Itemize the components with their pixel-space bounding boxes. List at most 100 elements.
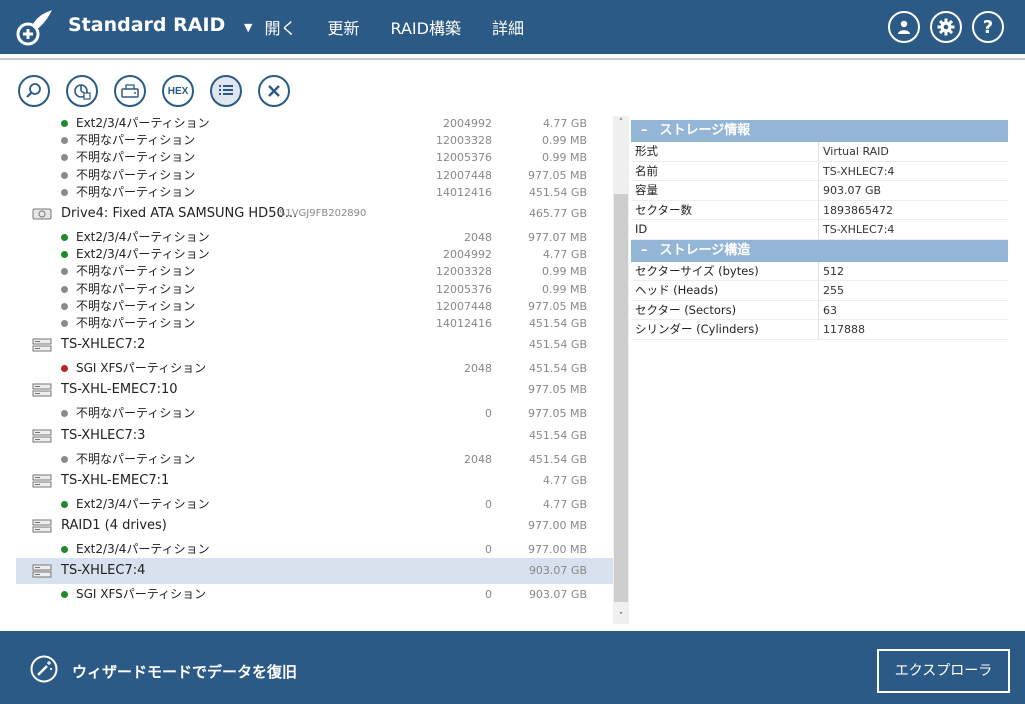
row-size: 903.07 GB (528, 588, 587, 602)
tree-partition-row[interactable]: Ext2/3/4パーティション 2004992 4.77 GB (16, 116, 613, 132)
row-size: 4.77 GB (542, 117, 587, 130)
properties-panel: – ストレージ情報 形式 Virtual RAID 名前 TS-XHLEC7:4 容量 90… (631, 120, 1008, 340)
property-value: Virtual RAID (823, 145, 889, 158)
app-header: Standard RAID ▼ 開く 更新 RAID構築 詳細 ? (0, 0, 1025, 54)
row-label: SGI XFSパーティション (76, 587, 207, 602)
list-button[interactable] (210, 75, 242, 107)
search-button[interactable] (18, 75, 50, 107)
tree-partition-row[interactable]: 不明なパーティション 12005376 0.99 MB (16, 281, 613, 298)
tree-partition-row[interactable]: 不明なパーティション 12003328 0.99 MB (16, 132, 613, 149)
tree-partition-row[interactable]: 不明なパーティション 12003328 0.99 MB (16, 263, 613, 280)
tree-partition-row[interactable]: 不明なパーティション 12005376 0.99 MB (16, 149, 613, 166)
property-key: 名前 (631, 161, 819, 180)
main-menu: ▼ 開く 更新 RAID構築 詳細 (244, 0, 555, 54)
hex-button[interactable]: HEX (162, 75, 194, 107)
chart-button[interactable] (66, 75, 98, 107)
status-dot-icon (61, 546, 68, 553)
tree-partition-row[interactable]: 不明なパーティション 14012416 451.54 GB (16, 184, 613, 201)
menu-details[interactable]: 詳細 (492, 15, 524, 39)
row-label: 不明なパーティション (76, 150, 196, 165)
property-key: 容量 (631, 181, 819, 200)
row-start-sector: 2048 (464, 452, 492, 466)
explorer-button[interactable]: エクスプローラ (877, 649, 1010, 693)
drive-scan-button[interactable] (114, 75, 146, 107)
tree-device-row[interactable]: TS-XHL-EMEC7:1 4.77 GB (16, 468, 613, 494)
row-size: 0.99 MB (541, 265, 587, 279)
tree-partition-row[interactable]: Ext2/3/4パーティション 0 4.77 GB (16, 496, 613, 513)
help-button[interactable]: ? (972, 11, 1004, 43)
row-start-sector: 2004992 (443, 117, 492, 130)
status-dot-icon (61, 320, 68, 327)
tree-partition-row[interactable]: 不明なパーティション 12007448 977.05 MB (16, 298, 613, 315)
scroll-down-icon[interactable]: ˅ (613, 610, 629, 624)
tree-partition-row[interactable]: 不明なパーティション 2048 451.54 GB (16, 451, 613, 468)
row-size: 4.77 GB (542, 497, 587, 511)
tree-partition-row[interactable]: 不明なパーティション 14012416 451.54 GB (16, 315, 613, 332)
collapse-icon[interactable]: – (641, 123, 648, 138)
menu-raid-build[interactable]: RAID構築 (391, 15, 461, 39)
section-storage-info[interactable]: – ストレージ情報 (631, 120, 1008, 142)
row-label: Ext2/3/4パーティション (76, 247, 210, 262)
row-start-sector: 12007448 (436, 299, 492, 313)
close-button[interactable] (258, 75, 290, 107)
tree-partition-row[interactable]: SGI XFSパーティション 2048 451.54 GB (16, 360, 613, 377)
property-value: 512 (823, 264, 844, 278)
menu-open[interactable]: 開く (264, 15, 296, 39)
row-size: 4.77 GB (542, 473, 587, 487)
row-size: 903.07 GB (528, 564, 587, 578)
scrollbar-thumb[interactable] (614, 194, 628, 602)
tree-partition-row[interactable]: 不明なパーティション 0 977.05 MB (16, 405, 613, 422)
row-size: 0.99 MB (541, 134, 587, 148)
row-size: 0.99 MB (541, 282, 587, 296)
tree-device-row[interactable]: TS-XHLEC7:3 451.54 GB (16, 423, 613, 449)
row-start-sector: 2004992 (443, 248, 492, 262)
tree-partition-row[interactable]: SGI XFSパーティション 0 903.07 GB (16, 586, 613, 603)
row-size: 977.05 MB (527, 407, 587, 421)
scroll-up-icon[interactable]: ˄ (613, 116, 629, 130)
raid-array-icon (32, 474, 52, 488)
wand-icon[interactable] (30, 655, 58, 683)
user-button[interactable] (888, 11, 920, 43)
logo-icon (16, 10, 52, 46)
tree-partition-row[interactable]: Ext2/3/4パーティション 2004992 4.77 GB (16, 246, 613, 263)
tree-partition-row[interactable]: 不明なパーティション 12007448 977.05 MB (16, 167, 613, 184)
raid-array-icon (32, 519, 52, 533)
status-dot-icon (61, 285, 68, 293)
tree-scrollbar[interactable]: ˄ ˅ (613, 116, 629, 624)
tree-partition-row[interactable]: Ext2/3/4パーティション 0 977.00 MB (16, 541, 613, 558)
menu-refresh[interactable]: 更新 (327, 15, 359, 39)
help-icon: ? (982, 16, 994, 38)
status-dot-icon (61, 500, 68, 508)
tree-device-row[interactable]: RAID1 (4 drives) 977.00 MB (16, 513, 613, 539)
property-value: 1893865472 (823, 203, 893, 217)
tree-device-row[interactable]: TS-XHL-EMEC7:10 977.05 MB (16, 377, 613, 403)
settings-button[interactable] (930, 11, 962, 43)
list-icon (219, 85, 233, 95)
property-key: シリンダー (Cylinders) (631, 320, 819, 339)
property-key: セクター (Sectors) (631, 300, 819, 319)
status-dot-icon (61, 234, 68, 241)
chart-icon (74, 84, 91, 100)
row-label: Ext2/3/4パーティション (76, 496, 210, 511)
row-label: SGI XFSパーティション (76, 361, 207, 376)
row-serial: S1VGJ9FB202890 (279, 208, 367, 219)
tree-partition-row[interactable]: Ext2/3/4パーティション 2048 977.07 MB (16, 229, 613, 246)
row-label: 不明なパーティション (76, 167, 196, 182)
row-start-sector: 14012416 (436, 185, 492, 199)
search-icon (26, 83, 41, 98)
row-size: 451.54 GB (528, 185, 587, 199)
drive-tree[interactable]: Ext2/3/4パーティション 2004992 4.77 GB 不明なパーティション 1… (16, 116, 613, 624)
status-dot-icon (61, 455, 68, 463)
collapse-icon[interactable]: – (641, 243, 648, 258)
tree-device-row[interactable]: TS-XHLEC7:4 903.07 GB (16, 558, 613, 585)
wizard-mode-link[interactable]: ウィザードモードでデータを復旧 (72, 661, 297, 682)
tree-device-row[interactable]: Drive4: Fixed ATA SAMSUNG HD50... S1VGJ9F… (16, 201, 613, 227)
row-label: Drive4: Fixed ATA SAMSUNG HD50... (61, 206, 298, 221)
row-start-sector: 0 (485, 543, 492, 556)
section-storage-structure[interactable]: – ストレージ構造 (631, 239, 1008, 262)
header-divider (0, 58, 1025, 60)
row-start-sector: 12005376 (436, 151, 492, 165)
row-size: 977.05 MB (527, 383, 587, 397)
menu-dropdown-icon[interactable]: ▼ (244, 21, 252, 34)
tree-device-row[interactable]: TS-XHLEC7:2 451.54 GB (16, 332, 613, 358)
